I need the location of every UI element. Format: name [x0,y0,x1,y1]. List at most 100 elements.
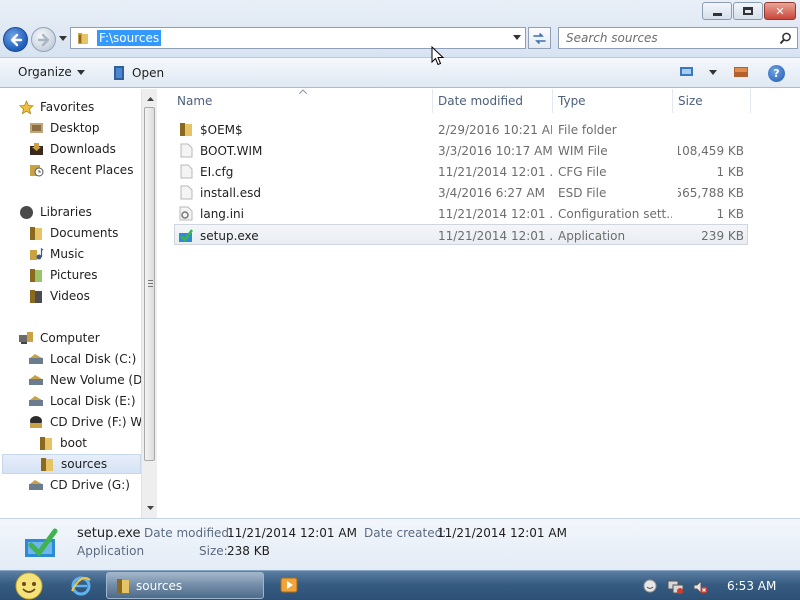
desktop-icon [28,120,44,136]
internet-explorer-icon[interactable] [70,575,92,597]
maximize-button[interactable] [733,2,763,20]
nav-scrollbar[interactable] [141,89,157,518]
taskbar-explorer-button[interactable]: sources [106,572,264,599]
nav-item-videos[interactable]: Videos [28,286,90,306]
nav-favorites[interactable]: Favorites [18,97,94,117]
search-icon[interactable] [779,32,792,45]
column-header-name[interactable]: Name [177,89,212,113]
nav-item-sources[interactable]: sources [2,454,141,474]
tray-smiley-icon[interactable] [643,579,657,593]
command-bar: Organize Open ? [0,58,800,88]
change-view-button[interactable] [679,66,717,78]
help-icon[interactable]: ? [768,65,785,82]
views-dropdown-icon[interactable] [709,69,717,75]
downloads-icon [28,141,44,157]
folder-icon [178,122,194,138]
column-header-type[interactable]: Type [558,89,586,113]
details-file-kind: Application [77,544,145,558]
file-type: File folder [558,122,617,137]
nav-item-music[interactable]: Music [28,244,84,264]
sort-ascending-icon [299,89,307,94]
file-name: install.esd [200,185,261,200]
nav-item-cd-drive-f[interactable]: CD Drive (F:) Win [28,412,141,432]
network-icon[interactable] [667,579,685,595]
organize-label: Organize [18,65,72,79]
file-size [678,119,744,140]
organize-button[interactable]: Organize [18,65,85,79]
media-player-icon[interactable] [280,577,298,593]
file-name: lang.ini [200,206,244,221]
search-box[interactable] [558,27,798,49]
table-row-selected[interactable]: setup.exe 11/21/2014 12:01 ... Applicati… [174,224,748,245]
nav-item-pictures[interactable]: Pictures [28,265,98,285]
open-app-icon [114,66,124,80]
address-dropdown-icon[interactable] [513,35,521,41]
file-date: 3/3/2016 10:17 AM [438,143,552,158]
scroll-thumb[interactable] [144,107,155,461]
nav-item-label: Music [50,247,85,261]
nav-item-drive-c[interactable]: Local Disk (C:) [28,349,136,369]
star-icon [18,99,34,115]
minimize-button[interactable] [702,2,732,20]
drive-icon [28,372,44,388]
open-button[interactable]: Open [112,65,164,81]
nav-item-recent-places[interactable]: Recent Places [28,160,133,180]
nav-item-downloads[interactable]: Downloads [28,139,116,159]
documents-icon [28,225,44,241]
nav-item-drive-d[interactable]: New Volume (D:) [28,370,141,390]
column-header-size[interactable]: Size [678,89,703,113]
table-row[interactable]: install.esd 3/4/2016 6:27 AM ESD File 56… [174,182,748,203]
nav-item-boot[interactable]: boot [38,433,87,453]
column-header-date[interactable]: Date modified [438,89,523,113]
details-file-name: setup.exe [77,526,141,541]
open-label: Open [132,66,165,80]
file-size: 239 KB [701,228,744,243]
nav-libraries-label: Libraries [40,205,92,219]
file-type: Configuration sett... [558,206,672,221]
address-bar[interactable]: F:\sources [70,27,526,49]
refresh-button[interactable] [528,27,551,49]
settings-file-icon [178,206,194,222]
file-date: 11/21/2014 12:01 ... [438,206,552,221]
nav-computer[interactable]: Computer [18,328,100,348]
details-size-value: 238 KB [227,544,270,558]
nav-item-drive-e[interactable]: Local Disk (E:) [28,391,136,411]
navigation-pane: Favorites Desktop Downloads Recent Place… [0,89,157,518]
nav-item-cd-drive-g[interactable]: CD Drive (G:) [28,475,130,495]
drive-icon [28,477,44,493]
table-row[interactable]: EI.cfg 11/21/2014 12:01 ... CFG File 1 K… [174,161,748,182]
file-size: 108,459 KB [678,143,744,158]
folder-icon [78,33,88,44]
forward-arrow-icon [37,33,50,47]
close-button[interactable]: ✕ [764,2,796,20]
recent-pages-dropdown-icon[interactable] [59,36,67,42]
minimize-icon [712,12,722,16]
address-path[interactable]: F:\sources [97,30,162,46]
nav-item-label: Downloads [50,142,116,156]
scroll-down-icon[interactable] [142,500,158,516]
forward-button[interactable] [31,27,56,52]
folder-icon [117,578,129,593]
nav-item-desktop[interactable]: Desktop [28,118,100,138]
back-button[interactable] [3,27,28,52]
start-button[interactable] [10,571,48,600]
table-row[interactable]: lang.ini 11/21/2014 12:01 ... Configurat… [174,203,748,224]
nav-item-label: boot [60,436,88,450]
details-created-label: Date created: [364,526,447,540]
taskbar-clock[interactable]: 6:53 AM [727,579,776,593]
folder-icon [39,456,55,472]
table-row[interactable]: $OEM$ 2/29/2016 10:21 AM File folder [174,119,748,140]
scroll-up-icon[interactable] [142,91,158,107]
pictures-icon [28,267,44,283]
file-list: Name Date modified Type Size $OEM$ 2/29/… [158,89,800,518]
preview-pane-icon[interactable] [733,66,749,78]
table-row[interactable]: BOOT.WIM 3/3/2016 10:17 AM WIM File 108,… [174,140,748,161]
volume-muted-icon[interactable] [692,579,708,595]
nav-item-documents[interactable]: Documents [28,223,118,243]
search-input[interactable] [559,28,769,48]
nav-libraries[interactable]: Libraries [18,202,92,222]
details-pane: setup.exe Application Date modified: 11/… [0,518,800,570]
recent-places-icon [28,162,44,178]
drive-icon [28,393,44,409]
nav-tree: Favorites Desktop Downloads Recent Place… [0,89,141,518]
